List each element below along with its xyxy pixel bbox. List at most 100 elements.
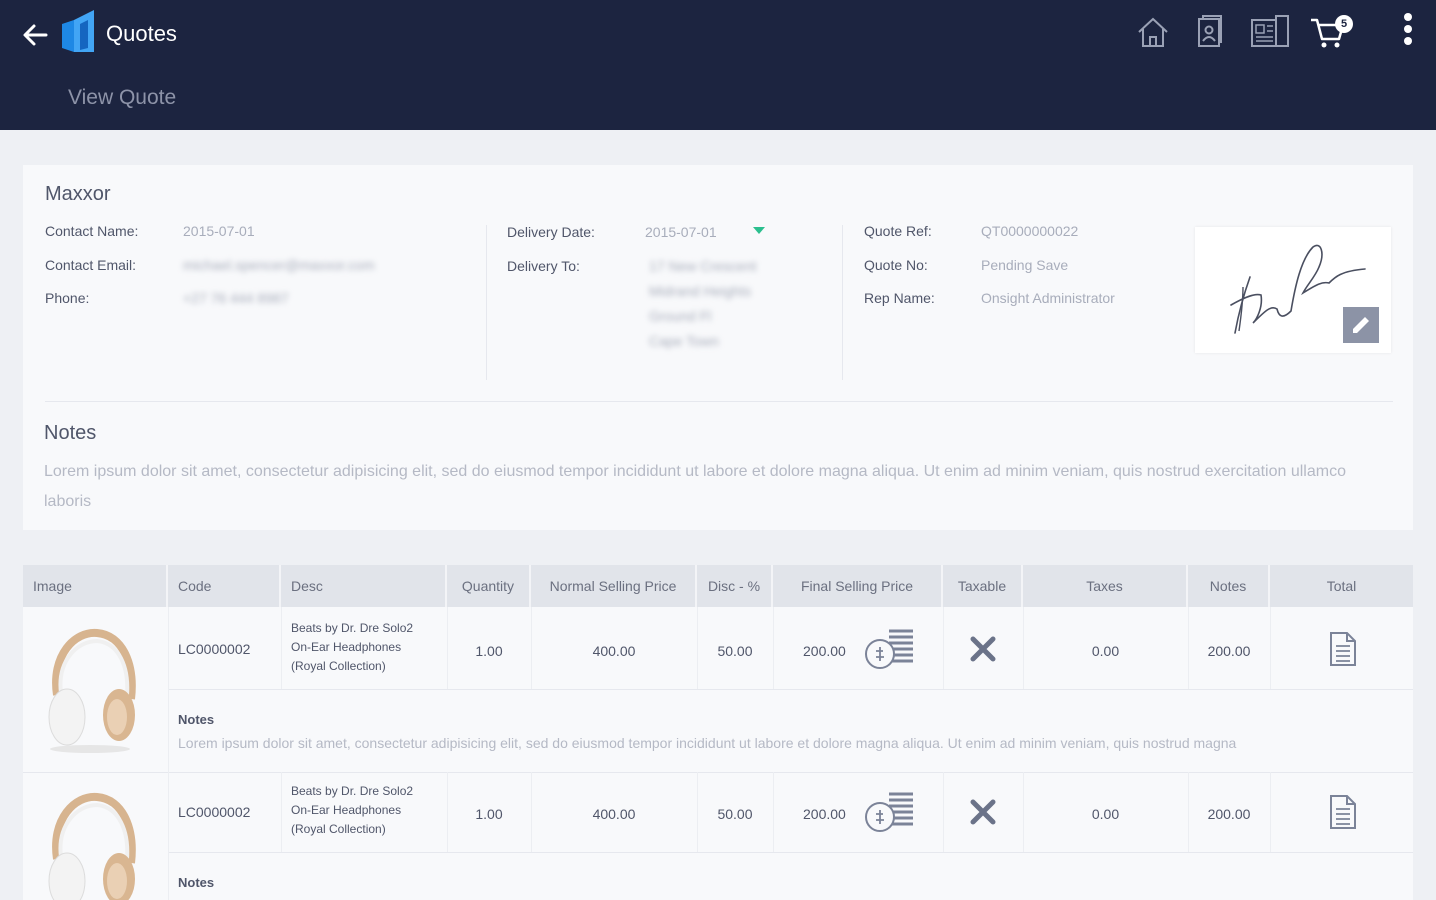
- app-logo-icon: [62, 10, 94, 52]
- column-divider: [697, 607, 698, 689]
- price-coins-icon[interactable]: [863, 625, 917, 671]
- item-quantity[interactable]: 1.00: [447, 806, 531, 822]
- item-total: 200.00: [1207, 806, 1251, 822]
- column-header-image: Image: [23, 565, 168, 607]
- cart-count-badge: 5: [1335, 15, 1353, 33]
- phone-value: +27 76 444 8987: [183, 290, 289, 306]
- item-disc[interactable]: 50.00: [697, 643, 773, 659]
- not-taxable-x-icon[interactable]: [969, 798, 997, 826]
- column-divider: [773, 772, 774, 852]
- phone-label: Phone:: [45, 290, 90, 306]
- signature-box[interactable]: [1195, 227, 1391, 353]
- price-coins-icon[interactable]: [863, 788, 917, 834]
- app-title: Quotes: [106, 21, 177, 46]
- page-subtitle: View Quote: [68, 86, 177, 109]
- notes-text: Lorem ipsum dolor sit amet, consectetur …: [44, 463, 1346, 510]
- line-items-table: Image Code Desc Quantity Normal Selling …: [23, 565, 1413, 900]
- quote-ref-value: QT0000000022: [981, 223, 1079, 239]
- item-taxes: 0.00: [1091, 806, 1120, 822]
- contacts-icon[interactable]: [1190, 12, 1230, 52]
- column-divider: [486, 225, 487, 380]
- customer-name: Maxxor: [45, 183, 111, 205]
- item-desc-line: On-Ear Headphones: [291, 803, 402, 817]
- delivery-to-line: Ground Fl: [649, 308, 712, 324]
- not-taxable-x-icon[interactable]: [969, 635, 997, 663]
- column-divider: [1188, 607, 1189, 689]
- delivery-date-value[interactable]: 2015-07-01: [645, 224, 717, 240]
- app-bar: Quotes View Quote 5: [0, 0, 1436, 130]
- column-divider: [943, 607, 944, 689]
- column-header-code: Code: [168, 565, 281, 607]
- item-notes-label: Notes: [178, 875, 215, 890]
- item-code: LC0000002: [178, 804, 251, 820]
- back-arrow-icon[interactable]: [20, 20, 50, 50]
- item-desc-line: Beats by Dr. Dre Solo2: [291, 784, 414, 798]
- column-divider: [531, 607, 532, 689]
- table-header: Image Code Desc Quantity Normal Selling …: [23, 565, 1413, 607]
- product-image-headphones: [48, 628, 136, 753]
- column-divider: [281, 607, 282, 689]
- item-taxes: 0.00: [1091, 643, 1120, 659]
- column-divider: [447, 772, 448, 852]
- column-divider: [281, 772, 282, 852]
- column-header-total: Total: [1326, 578, 1357, 594]
- rep-name-label: Rep Name:: [864, 290, 935, 306]
- item-notes-text: Lorem ipsum dolor sit amet, consectetur …: [178, 735, 1237, 751]
- quote-no-value: Pending Save: [981, 257, 1069, 273]
- delivery-date-dropdown-icon[interactable]: [753, 227, 765, 234]
- column-divider: [943, 772, 944, 852]
- delivery-to-line: 17 New Crescent: [649, 258, 757, 274]
- item-normal-price: 400.00: [592, 643, 636, 659]
- delivery-date-label: Delivery Date:: [507, 224, 595, 240]
- item-final-price[interactable]: 200.00: [803, 806, 846, 822]
- more-vert-icon[interactable]: [1398, 10, 1418, 52]
- item-code: LC0000002: [178, 641, 251, 657]
- section-divider: [45, 401, 1393, 402]
- item-notes-label: Notes: [178, 712, 215, 727]
- quote-ref-label: Quote Ref:: [864, 223, 932, 239]
- document-icon[interactable]: [1327, 794, 1359, 830]
- column-divider: [1270, 607, 1271, 689]
- document-icon[interactable]: [1327, 631, 1359, 667]
- notes-heading: Notes: [44, 422, 97, 444]
- item-disc[interactable]: 50.00: [697, 806, 773, 822]
- item-desc-line: (Royal Collection): [291, 822, 386, 836]
- column-header-taxes: Taxes: [1023, 565, 1188, 607]
- column-divider: [697, 772, 698, 852]
- catalog-icon[interactable]: [1250, 12, 1290, 52]
- row-divider: [168, 852, 1413, 853]
- column-header-taxable: Taxable: [943, 565, 1023, 607]
- product-image-headphones: [48, 792, 136, 900]
- row-divider: [23, 772, 1413, 773]
- column-header-desc: Desc: [281, 565, 447, 607]
- item-desc-line: (Royal Collection): [291, 659, 386, 673]
- contact-email-value: michael.spencer@maxxor.com: [183, 257, 375, 273]
- column-divider: [1188, 772, 1189, 852]
- item-normal-price: 400.00: [592, 806, 636, 822]
- column-divider: [842, 225, 843, 380]
- item-desc-line: Beats by Dr. Dre Solo2: [291, 621, 414, 635]
- row-divider: [168, 689, 1413, 690]
- column-header-normal-price: Normal Selling Price: [531, 565, 697, 607]
- item-total: 200.00: [1207, 643, 1251, 659]
- item-desc-line: On-Ear Headphones: [291, 640, 402, 654]
- column-divider: [1023, 772, 1024, 852]
- column-header-notes: Notes: [1188, 565, 1270, 607]
- contact-email-label: Contact Email:: [45, 257, 137, 273]
- column-divider: [168, 607, 169, 900]
- quote-details-card: Maxxor Contact Name: 2015-07-01 Contact …: [23, 165, 1413, 530]
- pencil-icon: [1353, 317, 1369, 333]
- column-divider: [1023, 607, 1024, 689]
- contact-name-value: 2015-07-01: [183, 223, 255, 239]
- column-header-disc: Disc - %: [697, 565, 773, 607]
- rep-name-value: Onsight Administrator: [981, 290, 1115, 306]
- home-icon[interactable]: [1133, 12, 1173, 52]
- column-divider: [1270, 772, 1271, 852]
- contact-name-label: Contact Name:: [45, 223, 139, 239]
- item-quantity[interactable]: 1.00: [447, 643, 531, 659]
- delivery-to-line: Cape Town: [649, 333, 719, 349]
- item-final-price[interactable]: 200.00: [803, 643, 846, 659]
- edit-signature-button[interactable]: [1343, 307, 1379, 343]
- column-divider: [773, 607, 774, 689]
- delivery-to-label: Delivery To:: [507, 258, 580, 274]
